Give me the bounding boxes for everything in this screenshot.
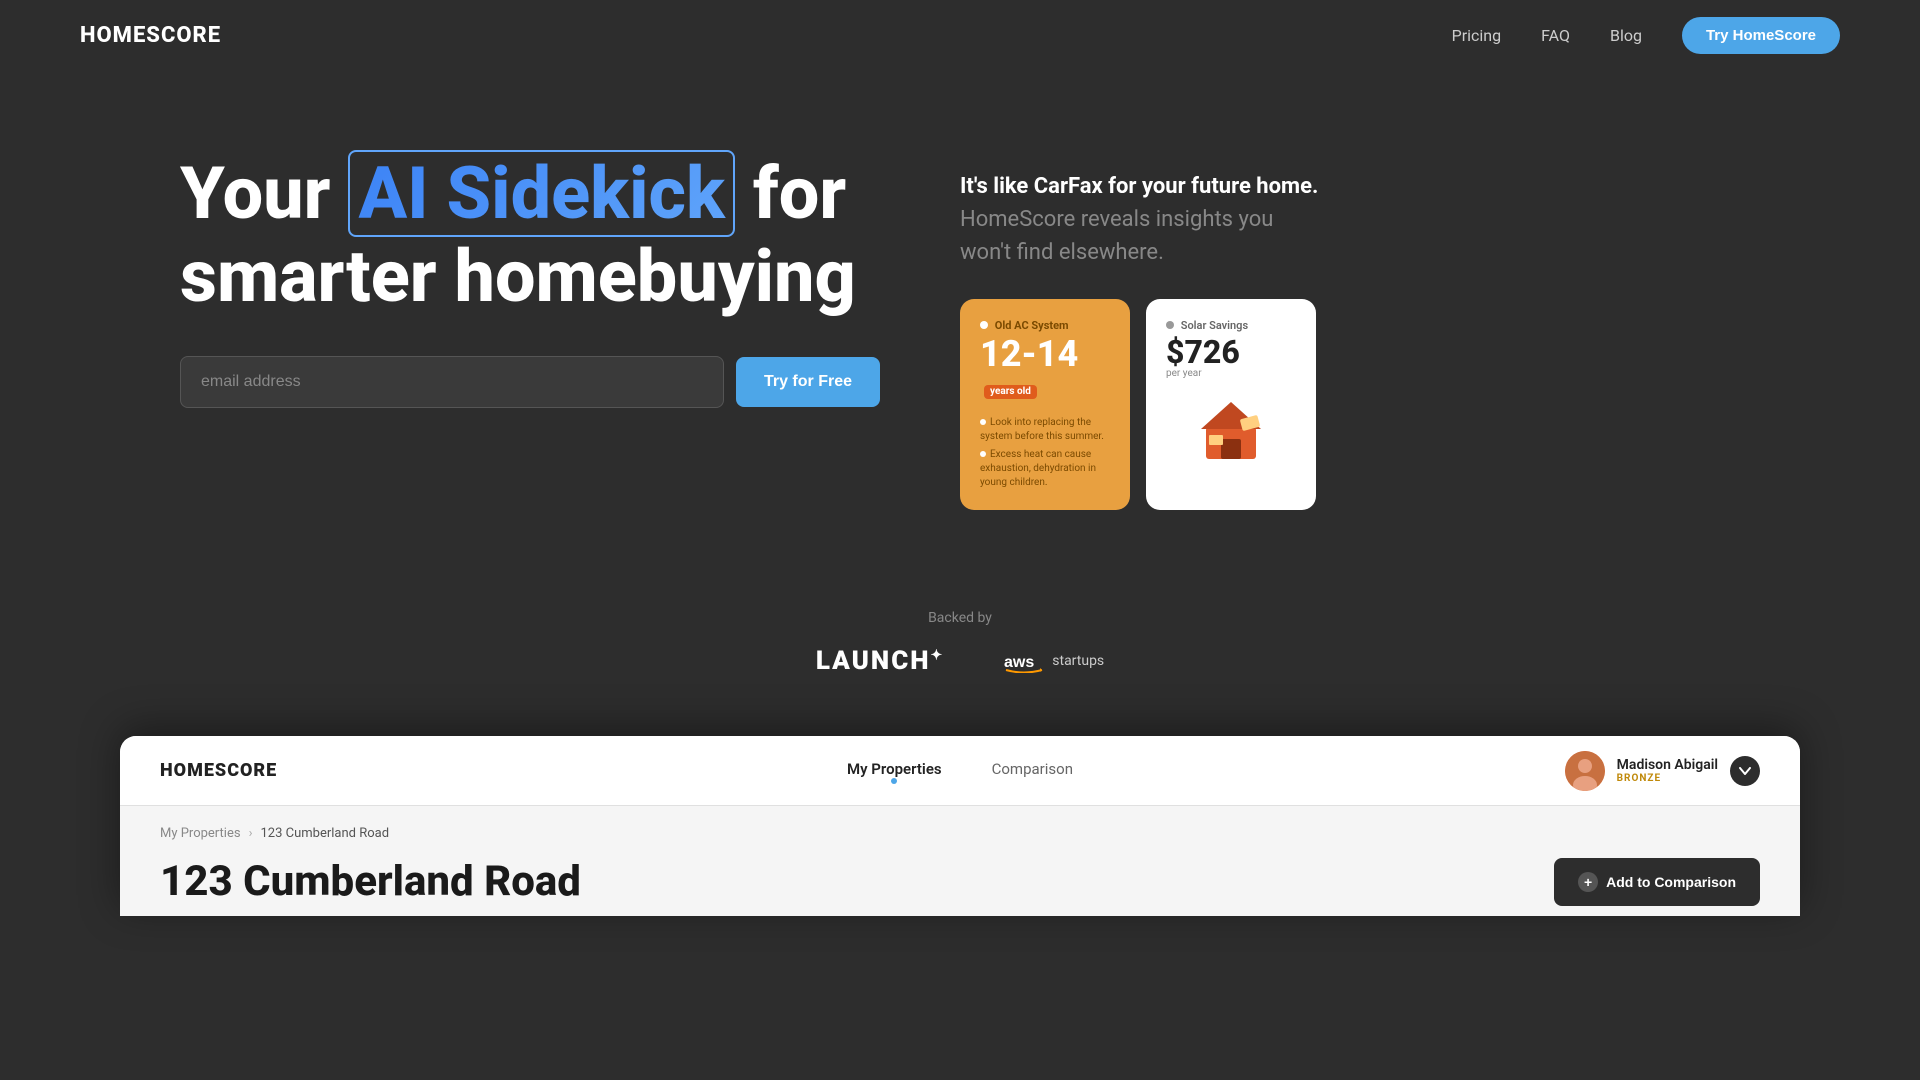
card-ac-text1: Look into replacing the system before th… bbox=[980, 416, 1110, 444]
card-ac-text2: Excess heat can cause exhaustion, dehydr… bbox=[980, 448, 1110, 490]
user-info: Madison Abigail BRONZE bbox=[1617, 757, 1718, 784]
plus-icon: + bbox=[1578, 872, 1598, 892]
launch-logo: LAUNCH✦ bbox=[816, 646, 944, 676]
headline-highlight: AI Sidekick bbox=[348, 150, 734, 237]
property-header: 123 Cumberland Road + Add to Comparison bbox=[160, 857, 1760, 916]
hero-tagline: It's like CarFax for your future home. H… bbox=[960, 170, 1320, 269]
nav-blog[interactable]: Blog bbox=[1610, 26, 1642, 45]
try-free-button[interactable]: Try for Free bbox=[736, 357, 880, 407]
aws-startups-label: startups bbox=[1052, 653, 1104, 669]
hero-left: Your AI Sidekick forsmarter homebuying T… bbox=[180, 150, 880, 408]
svg-text:aws: aws bbox=[1004, 654, 1034, 671]
chevron-down-icon bbox=[1739, 767, 1751, 775]
launch-plus: ✦ bbox=[931, 647, 945, 663]
tagline-bold: It's like CarFax for your future home. bbox=[960, 174, 1318, 199]
navbar: HOMESCORE Pricing FAQ Blog Try HomeScore bbox=[0, 0, 1920, 70]
nav-pricing[interactable]: Pricing bbox=[1452, 26, 1502, 45]
card-solar-label: Solar Savings bbox=[1166, 319, 1296, 332]
card-ac-label: Old AC System bbox=[980, 319, 1110, 332]
app-nav-links: My Properties Comparison bbox=[560, 760, 1360, 782]
headline-prefix: Your bbox=[180, 151, 331, 236]
app-navbar: HOMESCORE My Properties Comparison Madis… bbox=[120, 736, 1800, 806]
hero-right: It's like CarFax for your future home. H… bbox=[960, 150, 1320, 510]
app-content: My Properties › 123 Cumberland Road 123 … bbox=[120, 806, 1800, 916]
user-name: Madison Abigail bbox=[1617, 757, 1718, 773]
aws-icon: aws bbox=[1004, 649, 1044, 673]
avatar-image bbox=[1565, 751, 1605, 791]
breadcrumb-current: 123 Cumberland Road bbox=[260, 826, 389, 841]
backed-logos: LAUNCH✦ aws startups bbox=[0, 646, 1920, 676]
hero-section: Your AI Sidekick forsmarter homebuying T… bbox=[0, 70, 1920, 570]
email-row: Try for Free bbox=[180, 356, 880, 408]
backed-section: Backed by LAUNCH✦ aws startups bbox=[0, 570, 1920, 736]
breadcrumb-parent[interactable]: My Properties bbox=[160, 826, 241, 841]
card-solar-amount: $726 bbox=[1166, 336, 1296, 368]
nav-links: Pricing FAQ Blog Try HomeScore bbox=[1452, 17, 1840, 54]
tagline-soft: HomeScore reveals insights you won't fin… bbox=[960, 207, 1273, 265]
hero-headline: Your AI Sidekick forsmarter homebuying bbox=[180, 150, 880, 316]
user-dropdown-button[interactable] bbox=[1730, 756, 1760, 786]
app-nav-my-properties[interactable]: My Properties bbox=[847, 760, 942, 782]
nav-try-button[interactable]: Try HomeScore bbox=[1682, 17, 1840, 54]
property-title: 123 Cumberland Road bbox=[160, 857, 581, 906]
nav-faq[interactable]: FAQ bbox=[1541, 26, 1570, 45]
logo: HOMESCORE bbox=[80, 23, 221, 48]
card-ac-badge: years old bbox=[984, 385, 1037, 399]
user-badge: BRONZE bbox=[1617, 773, 1718, 784]
insight-cards: Old AC System 12-14 years old Look into … bbox=[960, 299, 1320, 510]
avatar bbox=[1565, 751, 1605, 791]
app-preview: HOMESCORE My Properties Comparison Madis… bbox=[120, 736, 1800, 916]
backed-label: Backed by bbox=[0, 610, 1920, 626]
email-input[interactable] bbox=[180, 356, 724, 408]
house-icon bbox=[1191, 387, 1271, 467]
breadcrumb: My Properties › 123 Cumberland Road bbox=[160, 826, 1760, 841]
app-nav-comparison[interactable]: Comparison bbox=[992, 760, 1073, 782]
aws-logo: aws startups bbox=[1004, 649, 1104, 673]
card-ac-system: Old AC System 12-14 years old Look into … bbox=[960, 299, 1130, 510]
app-user-area: Madison Abigail BRONZE bbox=[1360, 751, 1760, 791]
breadcrumb-separator: › bbox=[249, 826, 253, 841]
card-solar-savings: Solar Savings $726 per year bbox=[1146, 299, 1316, 510]
add-comparison-button[interactable]: + Add to Comparison bbox=[1554, 858, 1760, 906]
card-ac-number: 12-14 years old bbox=[980, 336, 1110, 408]
app-logo: HOMESCORE bbox=[160, 760, 560, 781]
